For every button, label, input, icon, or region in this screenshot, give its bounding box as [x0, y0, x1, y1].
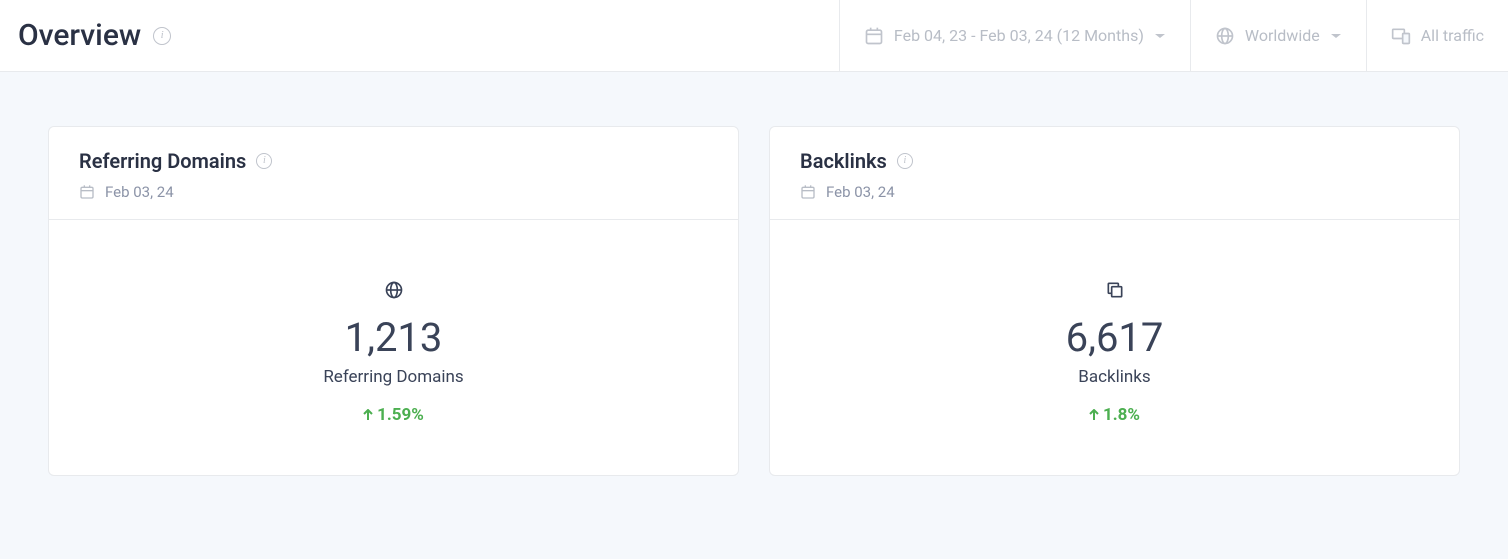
calendar-icon: [79, 184, 95, 200]
info-icon[interactable]: [256, 153, 272, 169]
traffic-label: All traffic: [1421, 26, 1484, 45]
page-header: Overview Feb 04, 23 - Feb 03, 24 (12 Mon…: [0, 0, 1508, 72]
backlinks-card: Backlinks Feb 03, 24 6,617: [769, 126, 1460, 476]
calendar-icon: [800, 184, 816, 200]
card-body: 6,617 Backlinks 1.8%: [770, 220, 1459, 475]
traffic-filter[interactable]: All traffic: [1366, 0, 1508, 71]
header-filters: Feb 04, 23 - Feb 03, 24 (12 Months) Worl…: [839, 0, 1508, 71]
card-header: Backlinks Feb 03, 24: [770, 127, 1459, 220]
metric-value: 1,213: [345, 314, 443, 361]
info-icon[interactable]: [153, 27, 171, 45]
date-range-label: Feb 04, 23 - Feb 03, 24 (12 Months): [894, 26, 1144, 45]
metric-change: 1.8%: [1089, 405, 1140, 425]
page-title: Overview: [18, 18, 141, 53]
arrow-up-icon: [363, 409, 373, 421]
card-title: Referring Domains: [79, 149, 246, 173]
metric-change-value: 1.59%: [377, 405, 424, 425]
card-header: Referring Domains Feb 03, 24: [49, 127, 738, 220]
card-date: Feb 03, 24: [826, 183, 895, 201]
metric-change-value: 1.8%: [1103, 405, 1140, 425]
card-body: 1,213 Referring Domains 1.59%: [49, 220, 738, 475]
referring-domains-card: Referring Domains Feb 03, 24: [48, 126, 739, 476]
globe-icon: [384, 280, 404, 304]
info-icon[interactable]: [897, 153, 913, 169]
region-label: Worldwide: [1245, 26, 1320, 45]
content: Referring Domains Feb 03, 24: [0, 72, 1508, 530]
card-title: Backlinks: [800, 149, 887, 173]
metric-label: Backlinks: [1078, 367, 1150, 387]
arrow-up-icon: [1089, 409, 1099, 421]
region-filter[interactable]: Worldwide: [1190, 0, 1366, 71]
header-left: Overview: [0, 18, 171, 53]
metric-value: 6,617: [1066, 314, 1164, 361]
date-range-filter[interactable]: Feb 04, 23 - Feb 03, 24 (12 Months): [839, 0, 1190, 71]
globe-icon: [1215, 26, 1235, 46]
calendar-icon: [864, 26, 884, 46]
card-date: Feb 03, 24: [105, 183, 174, 201]
metric-label: Referring Domains: [323, 367, 463, 387]
devices-icon: [1391, 26, 1411, 46]
chevron-down-icon: [1154, 30, 1166, 42]
chevron-down-icon: [1330, 30, 1342, 42]
metric-change: 1.59%: [363, 405, 424, 425]
copy-icon: [1105, 280, 1125, 304]
